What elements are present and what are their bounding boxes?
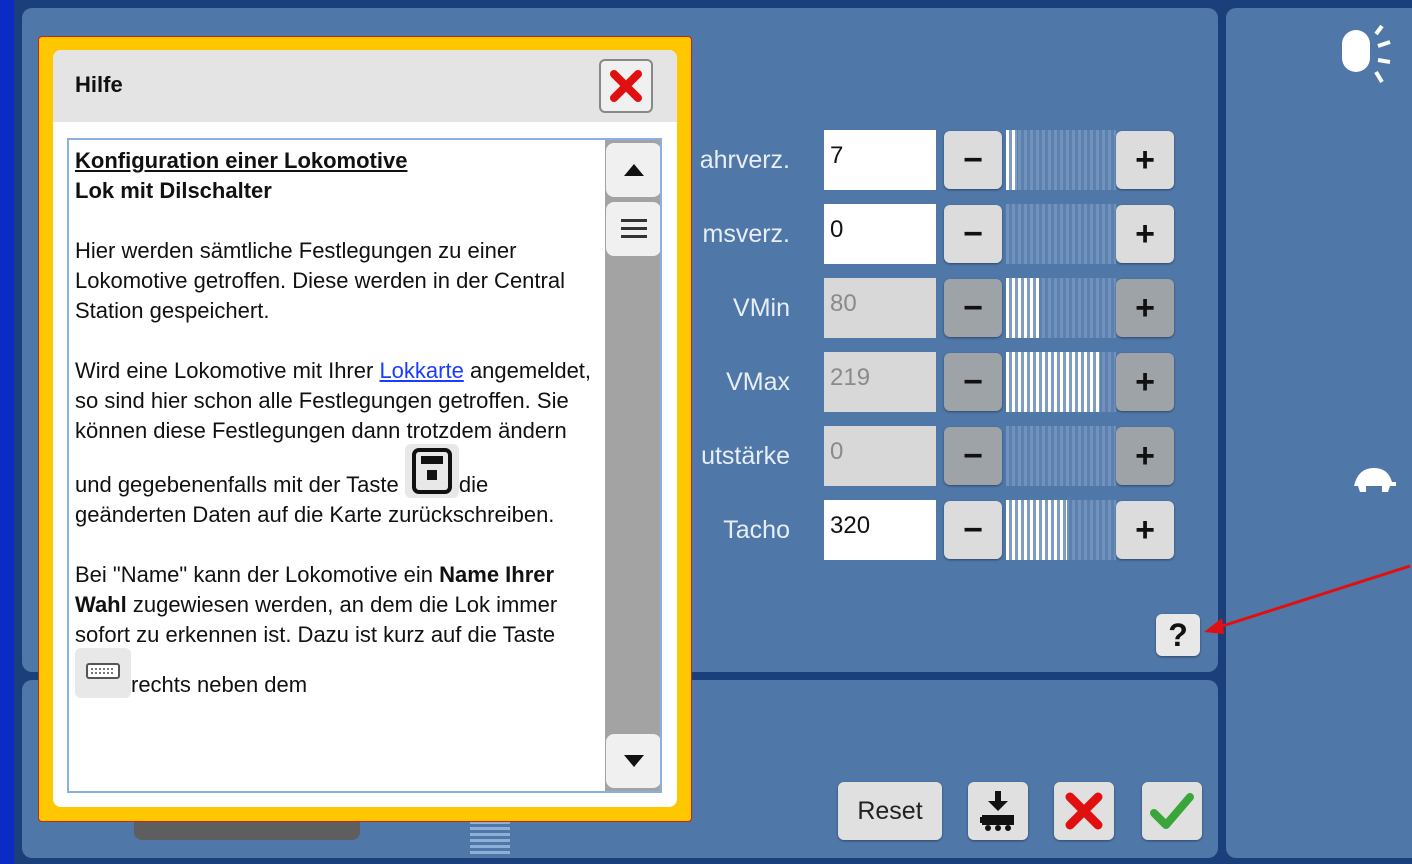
help-button[interactable]: ? <box>1156 614 1200 656</box>
help-dialog: Hilfe Konfiguration einer Lokomotive Lok… <box>53 50 677 807</box>
increase-button[interactable]: + <box>1116 205 1174 263</box>
decrease-button[interactable]: − <box>944 131 1002 189</box>
right-side-panel <box>1226 8 1412 858</box>
increase-button[interactable]: + <box>1116 427 1174 485</box>
decrease-button[interactable]: − <box>944 353 1002 411</box>
help-heading: Konfiguration einer Lokomotive <box>75 148 408 173</box>
para3-text-a: Bei "Name" kann der Lokomotive ein <box>75 562 440 587</box>
left-edge-strip <box>0 0 14 864</box>
setting-level-slider[interactable] <box>1006 130 1116 190</box>
slider-fill <box>1006 352 1100 412</box>
slider-fill <box>1006 130 1017 190</box>
decrease-button[interactable]: − <box>944 427 1002 485</box>
setting-level-slider[interactable] <box>1006 500 1116 560</box>
close-button[interactable] <box>599 59 653 113</box>
reset-button[interactable]: Reset <box>838 782 942 840</box>
lokkarte-link[interactable]: Lokkarte <box>379 358 463 383</box>
scrollbar[interactable] <box>605 140 660 791</box>
brightness-icon[interactable] <box>1338 24 1394 94</box>
setting-value-field: 80 <box>824 278 936 338</box>
slider-fill <box>1006 500 1067 560</box>
scroll-up-button[interactable] <box>606 143 660 197</box>
cancel-x-icon <box>1065 792 1103 830</box>
help-text: Konfiguration einer Lokomotive Lok mit D… <box>75 146 605 730</box>
setting-level-slider[interactable] <box>1006 204 1116 264</box>
decrease-button[interactable]: − <box>944 205 1002 263</box>
setting-value-field[interactable]: 7 <box>824 130 936 190</box>
setting-level-slider[interactable] <box>1006 352 1116 412</box>
setting-level-slider[interactable] <box>1006 426 1116 486</box>
checkmark-icon <box>1150 793 1194 829</box>
loco-save-button[interactable] <box>968 782 1028 840</box>
setting-level-slider[interactable] <box>1006 278 1116 338</box>
triangle-down-icon <box>623 755 644 767</box>
ok-button[interactable] <box>1142 782 1202 840</box>
turtle-icon[interactable] <box>1350 464 1398 496</box>
setting-value-field[interactable]: 0 <box>824 204 936 264</box>
para2-text-a: Wird eine Lokomotive mit Ihrer <box>75 358 380 383</box>
help-paragraph-2: Wird eine Lokomotive mit Ihrer Lokkarte … <box>75 356 605 530</box>
increase-button[interactable]: + <box>1116 131 1174 189</box>
scroll-down-button[interactable] <box>606 734 660 788</box>
para3-text-c: rechts neben dem <box>131 672 308 697</box>
increase-button[interactable]: + <box>1116 353 1174 411</box>
keyboard-icon <box>75 648 131 698</box>
increase-button[interactable]: + <box>1116 501 1174 559</box>
para3-text-b: zugewiesen werden, an dem die Lok immer … <box>75 592 558 647</box>
close-x-icon <box>610 70 642 102</box>
decrease-button[interactable]: − <box>944 279 1002 337</box>
help-subheading: Lok mit Dilschalter <box>75 178 272 203</box>
cancel-button[interactable] <box>1054 782 1114 840</box>
card-write-icon <box>404 444 459 498</box>
help-paragraph-1: Hier werden sämtliche Festlegungen zu ei… <box>75 238 565 323</box>
setting-value-field[interactable]: 320 <box>824 500 936 560</box>
help-dialog-title: Hilfe <box>75 72 123 97</box>
help-content-area[interactable]: Konfiguration einer Lokomotive Lok mit D… <box>67 138 662 793</box>
decrease-button[interactable]: − <box>944 501 1002 559</box>
triangle-up-icon <box>623 164 644 176</box>
loco-save-icon <box>980 791 1014 831</box>
help-dialog-header: Hilfe <box>53 50 677 122</box>
increase-button[interactable]: + <box>1116 279 1174 337</box>
setting-value-field: 219 <box>824 352 936 412</box>
scroll-thumb[interactable] <box>606 202 660 256</box>
setting-value-field: 0 <box>824 426 936 486</box>
bottom-slider-fragment <box>470 820 510 854</box>
annotation-arrow <box>1204 564 1411 634</box>
slider-fill <box>1006 278 1039 338</box>
help-paragraph-3: Bei "Name" kann der Lokomotive ein Name … <box>75 560 605 700</box>
hamburger-icon <box>620 219 647 238</box>
